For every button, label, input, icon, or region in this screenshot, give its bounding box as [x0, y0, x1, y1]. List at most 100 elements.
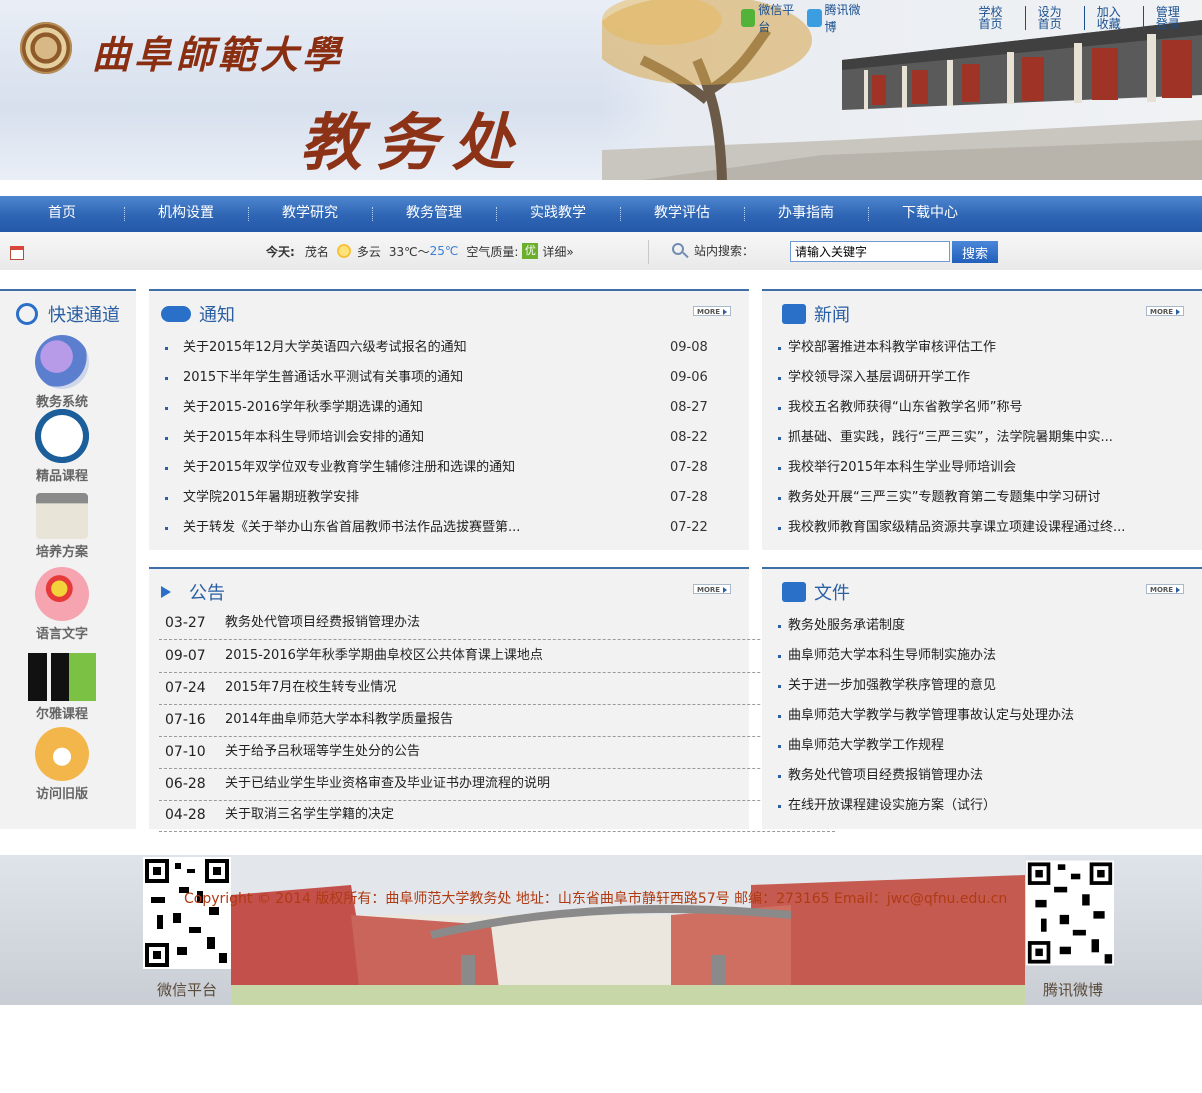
admin-login-link[interactable]: 管理登录	[1142, 6, 1202, 30]
nav-item-teaching-research[interactable]: 教学研究	[248, 196, 372, 232]
list-item[interactable]: 关于2015年本科生导师培训会安排的通知 08-22	[149, 423, 749, 453]
table-row[interactable]: 09-07 2015-2016学年秋季学期曲阜校区公共体育课上课地点	[159, 640, 835, 673]
file-item-title[interactable]: 曲阜师范大学教学工作规程	[788, 731, 1178, 761]
file-item-title[interactable]: 关于进一步加强教学秩序管理的意见	[788, 671, 1178, 701]
file-item-title[interactable]: 曲阜师范大学本科生导师制实施办法	[788, 641, 1178, 671]
list-item[interactable]: 教务处开展“三严三实”专题教育第二专题集中学习研讨	[762, 483, 1202, 513]
notice-item-title[interactable]: 文学院2015年暑期班教学安排	[183, 483, 653, 513]
announcement-item-title[interactable]: 2015-2016学年秋季学期曲阜校区公共体育课上课地点	[225, 640, 543, 672]
notice-item-title[interactable]: 关于2015年双学位双专业教育学生辅修注册和选课的通知	[183, 453, 653, 483]
list-item[interactable]: 我校举行2015年本科生学业导师培训会	[762, 453, 1202, 483]
files-more-button[interactable]: MORE	[1146, 584, 1184, 594]
temp-low: 25℃	[429, 244, 459, 258]
news-item-title[interactable]: 学校领导深入基层调研开学工作	[788, 363, 1158, 393]
announcement-item-title[interactable]: 关于已结业学生毕业资格审查及毕业证书办理流程的说明	[225, 768, 550, 800]
list-item[interactable]: 关于2015-2016学年秋季学期选课的通知 08-27	[149, 393, 749, 423]
news-item-title[interactable]: 我校教师教育国家级精品资源共享课立项建设课程通过终...	[788, 513, 1158, 543]
wechat-qr-label: 微信平台	[156, 981, 217, 999]
quick-link-quality-course[interactable]: 精品课程	[0, 409, 124, 484]
notice-item-date: 07-22	[670, 520, 708, 535]
announcement-item-title[interactable]: 教务处代管项目经费报销管理办法	[225, 607, 420, 639]
list-item[interactable]: 关于进一步加强教学秩序管理的意见	[762, 671, 1202, 701]
news-more-button[interactable]: MORE	[1146, 306, 1184, 316]
news-item-title[interactable]: 我校举行2015年本科生学业导师培训会	[788, 453, 1158, 483]
list-item[interactable]: 学校领导深入基层调研开学工作	[762, 363, 1202, 393]
announcement-item-title[interactable]: 2014年曲阜师范大学本科教学质量报告	[225, 704, 453, 736]
announcement-title: 公告	[189, 583, 225, 604]
list-item[interactable]: 关于2015年双学位双专业教育学生辅修注册和选课的通知 07-28	[149, 453, 749, 483]
list-item[interactable]: 抓基础、重实践，践行“三严三实”，法学院暑期集中实...	[762, 423, 1202, 453]
notice-item-title[interactable]: 关于2015-2016学年秋季学期选课的通知	[183, 393, 653, 423]
list-item[interactable]: 2015下半年学生普通话水平测试有关事项的通知 09-06	[149, 363, 749, 393]
weather-detail-link[interactable]: 详细»	[542, 243, 573, 260]
table-row[interactable]: 04-28 关于取消三名学生学籍的决定	[159, 799, 835, 832]
quick-link-language[interactable]: 语言文字	[0, 567, 124, 642]
announcement-item-title[interactable]: 关于给予吕秋瑶等学生处分的公告	[225, 736, 420, 768]
files-panel: 文件 MORE 教务处服务承诺制度 曲阜师范大学本科生导师制实施办法 关于进一步…	[762, 567, 1202, 829]
nav-item-organization[interactable]: 机构设置	[124, 196, 248, 232]
list-item[interactable]: 学校部署推进本科教学审核评估工作	[762, 333, 1202, 363]
add-favorite-link[interactable]: 加入收藏	[1083, 6, 1143, 30]
list-item[interactable]: 我校五名教师获得“山东省教学名师”称号	[762, 393, 1202, 423]
news-item-title[interactable]: 教务处开展“三严三实”专题教育第二专题集中学习研讨	[788, 483, 1158, 513]
notice-item-date: 08-27	[670, 400, 708, 415]
list-item[interactable]: 曲阜师范大学教学与教学管理事故认定与处理办法	[762, 701, 1202, 731]
quick-link-old-version[interactable]: 访问旧版	[0, 727, 124, 802]
set-homepage-link[interactable]: 设为首页	[1024, 6, 1084, 30]
announcement-item-title[interactable]: 关于取消三名学生学籍的决定	[225, 799, 394, 831]
table-row[interactable]: 07-10 关于给予吕秋瑶等学生处分的公告	[159, 736, 835, 769]
nav-item-practice-teaching[interactable]: 实践教学	[496, 196, 620, 232]
bullet	[778, 437, 781, 440]
file-item-title[interactable]: 曲阜师范大学教学与教学管理事故认定与处理办法	[788, 701, 1178, 731]
list-item[interactable]: 教务处服务承诺制度	[762, 611, 1202, 641]
nav-item-academic-affairs[interactable]: 教务管理	[372, 196, 496, 232]
notice-item-title[interactable]: 关于2015年本科生导师培训会安排的通知	[183, 423, 653, 453]
list-item[interactable]: 关于2015年12月大学英语四六级考试报名的通知 09-08	[149, 333, 749, 363]
file-item-title[interactable]: 在线开放课程建设实施方案（试行）	[788, 791, 1178, 821]
table-row[interactable]: 07-16 2014年曲阜师范大学本科教学质量报告	[159, 704, 835, 737]
file-item-title[interactable]: 教务处服务承诺制度	[788, 611, 1178, 641]
news-item-title[interactable]: 抓基础、重实践，践行“三严三实”，法学院暑期集中实...	[788, 423, 1158, 453]
news-item-title[interactable]: 我校五名教师获得“山东省教学名师”称号	[788, 393, 1158, 423]
notice-item-title[interactable]: 2015下半年学生普通话水平测试有关事项的通知	[183, 363, 653, 393]
university-seal-logo[interactable]	[20, 22, 72, 74]
announcement-date: 07-10	[165, 744, 206, 760]
search-input[interactable]	[790, 241, 950, 262]
bullet	[778, 347, 781, 350]
notice-more-button[interactable]: MORE	[693, 306, 731, 316]
quick-link-training-plan[interactable]: 培养方案	[0, 489, 124, 560]
erya-logo	[28, 653, 96, 701]
weibo-label: 腾讯微博	[824, 3, 861, 34]
school-home-link[interactable]: 学校首页	[967, 6, 1025, 30]
notice-item-title[interactable]: 关于转发《关于举办山东省首届教师书法作品选拔赛暨第...	[183, 513, 653, 543]
search-button[interactable]: 搜索	[952, 241, 998, 263]
page-footer: 微信平台 腾讯微博 Copyright © 2014 版权所有：曲阜师范大学教务…	[0, 855, 1202, 1005]
news-item-title[interactable]: 学校部署推进本科教学审核评估工作	[788, 333, 1158, 363]
site-links: 学校首页 设为首页 加入收藏 管理登录	[967, 6, 1202, 30]
notice-item-title[interactable]: 关于2015年12月大学英语四六级考试报名的通知	[183, 333, 653, 363]
list-item[interactable]: 关于转发《关于举办山东省首届教师书法作品选拔赛暨第... 07-22	[149, 513, 749, 543]
nav-item-guide[interactable]: 办事指南	[744, 196, 868, 232]
weibo-link[interactable]: 腾讯微博	[804, 1, 862, 35]
table-row[interactable]: 03-27 教务处代管项目经费报销管理办法	[159, 607, 835, 640]
nav-item-home[interactable]: 首页	[0, 196, 124, 232]
list-item[interactable]: 曲阜师范大学教学工作规程	[762, 731, 1202, 761]
table-row[interactable]: 06-28 关于已结业学生毕业资格审查及毕业证书办理流程的说明	[159, 768, 835, 801]
list-item[interactable]: 文学院2015年暑期班教学安排 07-28	[149, 483, 749, 513]
list-item[interactable]: 曲阜师范大学本科生导师制实施办法	[762, 641, 1202, 671]
bullet	[165, 407, 168, 410]
nav-item-downloads[interactable]: 下载中心	[868, 196, 992, 232]
announcement-more-button[interactable]: MORE	[693, 584, 731, 594]
wechat-link[interactable]: 微信平台	[738, 1, 796, 35]
list-item[interactable]: 教务处代管项目经费报销管理办法	[762, 761, 1202, 791]
announcement-item-title[interactable]: 2015年7月在校生转专业情况	[225, 672, 396, 704]
list-item[interactable]: 我校教师教育国家级精品资源共享课立项建设课程通过终...	[762, 513, 1202, 543]
quick-link-erya[interactable]: 尔雅课程	[0, 647, 124, 722]
university-name-logo[interactable]: 曲阜師範大學	[92, 24, 344, 79]
table-row[interactable]: 07-24 2015年7月在校生转专业情况	[159, 672, 835, 705]
quick-link-academic-system[interactable]: 教务系统	[0, 335, 124, 410]
nav-item-teaching-evaluation[interactable]: 教学评估	[620, 196, 744, 232]
list-item[interactable]: 在线开放课程建设实施方案（试行）	[762, 791, 1202, 821]
bullet	[165, 347, 168, 350]
file-item-title[interactable]: 教务处代管项目经费报销管理办法	[788, 761, 1178, 791]
